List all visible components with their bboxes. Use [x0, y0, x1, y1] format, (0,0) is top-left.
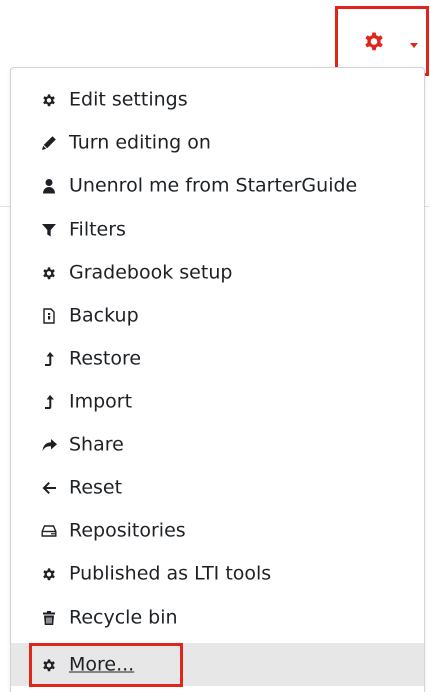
- trash-icon: [41, 610, 57, 626]
- menu-item-backup[interactable]: Backup: [11, 294, 424, 337]
- menu-item-label: Reset: [69, 476, 123, 498]
- menu-item-turn-editing-on[interactable]: Turn editing on: [11, 121, 424, 164]
- menu-item-label: Filters: [69, 218, 126, 240]
- arrow-left-icon: [41, 480, 57, 496]
- menu-item-label: Backup: [69, 304, 139, 326]
- menu-item-unenrol[interactable]: Unenrol me from StarterGuide: [11, 164, 424, 207]
- menu-item-label: Repositories: [69, 519, 186, 541]
- menu-item-repositories[interactable]: Repositories: [11, 509, 424, 552]
- menu-item-gradebook-setup[interactable]: Gradebook setup: [11, 251, 424, 294]
- gear-icon: [41, 265, 57, 281]
- menu-item-label: Share: [69, 433, 124, 455]
- level-up-icon: [41, 351, 57, 367]
- menu-item-edit-settings[interactable]: Edit settings: [11, 78, 424, 121]
- gear-icon: [41, 566, 57, 582]
- menu-item-reset[interactable]: Reset: [11, 466, 424, 509]
- caret-down-icon: [410, 43, 418, 48]
- menu-item-label: Recycle bin: [69, 606, 178, 628]
- backup-file-icon: [41, 307, 57, 324]
- hard-drive-icon: [41, 523, 57, 539]
- menu-item-label: Edit settings: [69, 88, 188, 110]
- menu-item-label: Published as LTI tools: [69, 562, 272, 584]
- menu-item-label: Restore: [69, 347, 142, 369]
- menu-item-label: More...: [69, 653, 135, 675]
- course-actions-dropdown: Edit settings Turn editing on Unenrol me…: [10, 67, 425, 692]
- gear-icon: [362, 29, 386, 53]
- menu-item-recycle-bin[interactable]: Recycle bin: [11, 596, 424, 639]
- menu-item-label: Unenrol me from StarterGuide: [69, 174, 358, 196]
- gear-icon: [41, 657, 57, 673]
- menu-item-filters[interactable]: Filters: [11, 208, 424, 251]
- menu-item-import[interactable]: Import: [11, 380, 424, 423]
- pencil-icon: [41, 135, 57, 151]
- menu-item-published-as-lti-tools[interactable]: Published as LTI tools: [11, 552, 424, 595]
- user-icon: [41, 178, 57, 194]
- menu-item-label: Import: [69, 390, 133, 412]
- course-actions-menu-button[interactable]: [335, 6, 429, 76]
- menu-item-more[interactable]: More...: [11, 643, 424, 686]
- gear-icon: [41, 92, 57, 108]
- page: Edit settings Turn editing on Unenrol me…: [0, 0, 430, 692]
- menu-item-label: Gradebook setup: [69, 261, 233, 283]
- menu-item-restore[interactable]: Restore: [11, 337, 424, 380]
- share-arrow-icon: [41, 437, 57, 453]
- menu-item-share[interactable]: Share: [11, 423, 424, 466]
- filter-icon: [41, 222, 57, 238]
- menu-item-label: Turn editing on: [69, 131, 211, 153]
- level-up-icon: [41, 394, 57, 410]
